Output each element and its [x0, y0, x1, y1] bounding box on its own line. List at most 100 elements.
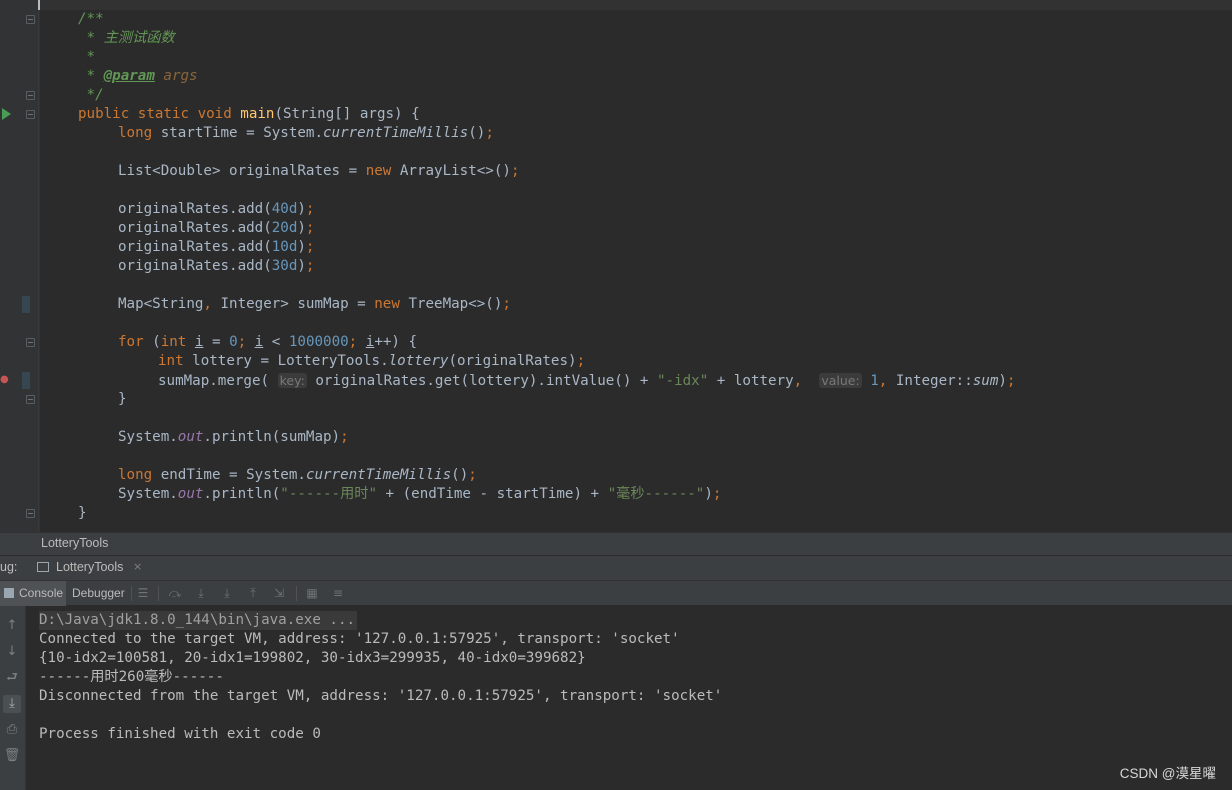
- code-line[interactable]: *: [78, 48, 96, 67]
- code-line[interactable]: System.out.println("------用时" + (endTime…: [118, 485, 721, 504]
- breadcrumb[interactable]: LotteryTools: [0, 532, 1232, 555]
- fold-marker-doc-start[interactable]: [26, 15, 35, 24]
- run-to-cursor-icon[interactable]: ⇲: [272, 586, 286, 600]
- code-token: 1000000: [288, 334, 349, 350]
- trace-icon[interactable]: ≡: [331, 586, 345, 600]
- code-token: List<Double> originalRates =: [118, 163, 366, 179]
- fold-marker-for[interactable]: [26, 338, 35, 347]
- code-token: @param: [103, 68, 155, 84]
- editor-gutter[interactable]: [0, 0, 40, 532]
- show-execution-point-icon[interactable]: ⤼: [168, 586, 182, 600]
- scroll-to-end-icon[interactable]: ⤓: [3, 695, 21, 713]
- arrow-down-icon[interactable]: ↓: [3, 643, 21, 661]
- code-token: new: [374, 296, 409, 312]
- code-token: System.: [118, 429, 178, 445]
- arrow-up-icon[interactable]: ↑: [3, 617, 21, 635]
- code-token: }: [78, 505, 87, 521]
- code-token: lottery = LotteryTools.: [192, 353, 389, 369]
- threads-list-icon[interactable]: ☰: [136, 586, 150, 600]
- code-token: *: [78, 49, 96, 65]
- fold-marker-for-end[interactable]: [26, 395, 35, 404]
- code-line[interactable]: */: [78, 86, 104, 105]
- debug-label: ug:: [0, 560, 18, 574]
- code-line[interactable]: for (int i = 0; i < 1000000; i++) {: [118, 333, 417, 352]
- code-token: (originalRates): [448, 353, 577, 369]
- code-token: public static void: [78, 106, 241, 122]
- code-line[interactable]: /**: [78, 10, 104, 29]
- code-token: .println(: [203, 486, 281, 502]
- breakpoint-icon[interactable]: ●: [0, 374, 11, 385]
- code-line[interactable]: originalRates.add(40d);: [118, 200, 314, 219]
- code-token: 10d: [271, 239, 298, 255]
- code-line[interactable]: int lottery = LotteryTools.lottery(origi…: [158, 352, 585, 371]
- watermark: CSDN @漠星曜: [1119, 766, 1216, 781]
- code-token: args: [163, 68, 198, 84]
- code-token: for: [118, 334, 153, 350]
- code-line[interactable]: long endTime = System.currentTimeMillis(…: [118, 466, 477, 485]
- code-line[interactable]: public static void main(String[] args) {: [78, 105, 420, 124]
- close-icon[interactable]: ×: [133, 560, 142, 573]
- tab-console[interactable]: Console: [0, 581, 66, 606]
- print-icon[interactable]: ⎙: [3, 721, 21, 739]
- code-token: (: [152, 334, 161, 350]
- breadcrumb-label[interactable]: LotteryTools: [41, 536, 108, 550]
- code-token: 1: [870, 373, 879, 389]
- toolbar-separator: [296, 586, 297, 601]
- code-token: out: [177, 429, 204, 445]
- run-icon[interactable]: [2, 108, 11, 120]
- console-output[interactable]: D:\Java\jdk1.8.0_144\bin\java.exe ... Con…: [26, 606, 1232, 790]
- tab-debugger[interactable]: Debugger: [68, 581, 128, 606]
- step-into-icon[interactable]: ⤓: [220, 586, 234, 600]
- toolbar-separator: [158, 586, 159, 601]
- code-token: ,: [793, 373, 811, 389]
- code-line[interactable]: Map<String, Integer> sumMap = new TreeMa…: [118, 295, 511, 314]
- code-line[interactable]: }: [118, 390, 127, 409]
- soft-wrap-icon[interactable]: ⮐: [3, 669, 21, 687]
- code-line[interactable]: List<Double> originalRates = new ArrayLi…: [118, 162, 519, 181]
- code-token: startTime = System.: [160, 125, 324, 141]
- code-token: ;: [305, 258, 315, 274]
- code-token: ;: [340, 429, 349, 445]
- toolbar-separator: [131, 586, 132, 601]
- code-token: currentTimeMillis: [323, 125, 469, 141]
- step-out-icon[interactable]: ⤒: [246, 586, 260, 600]
- code-line[interactable]: originalRates.add(20d);: [118, 219, 314, 238]
- console-icon: [4, 588, 14, 598]
- code-token: Integer::: [895, 373, 973, 389]
- fold-marker-method[interactable]: [26, 110, 35, 119]
- code-token: 20d: [271, 220, 298, 236]
- code-line[interactable]: System.out.println(sumMap);: [118, 428, 349, 447]
- code-token: originalRates.add(: [118, 201, 272, 217]
- code-token: endTime = System.: [160, 467, 306, 483]
- code-line[interactable]: originalRates.add(30d);: [118, 257, 314, 276]
- code-line[interactable]: originalRates.add(10d);: [118, 238, 314, 257]
- code-token: 0: [229, 334, 238, 350]
- evaluate-expression-icon[interactable]: ▦: [305, 586, 319, 600]
- step-over-icon[interactable]: ⤓: [194, 586, 208, 600]
- code-token: ,: [878, 373, 896, 389]
- code-line[interactable]: * @param args: [78, 67, 198, 86]
- code-line[interactable]: }: [78, 504, 87, 523]
- run-config-icon: [37, 562, 49, 572]
- code-token: ): [297, 239, 306, 255]
- code-token: }: [118, 391, 127, 407]
- fold-marker-doc-end[interactable]: [26, 91, 35, 100]
- code-line[interactable]: long startTime = System.currentTimeMilli…: [118, 124, 494, 143]
- code-line[interactable]: * 主测试函数: [78, 29, 175, 48]
- parameter-hint: value:: [819, 373, 862, 388]
- tab-lotterytools[interactable]: LotteryTools ×: [30, 556, 148, 580]
- trash-icon[interactable]: 🗑: [3, 747, 21, 765]
- code-line[interactable]: sumMap.merge( key: originalRates.get(lot…: [158, 371, 1015, 390]
- code-editor[interactable]: ● /** * 主测试函数 * * @param args */ public s…: [0, 0, 1232, 532]
- tab-console-label[interactable]: Console: [19, 581, 63, 606]
- code-token: <: [263, 334, 289, 350]
- fold-marker-method-end[interactable]: [26, 509, 35, 518]
- tab-label[interactable]: LotteryTools: [56, 560, 123, 574]
- tab-debugger-label[interactable]: Debugger: [72, 581, 125, 606]
- code-token: (): [468, 125, 486, 141]
- code-token: ,: [203, 296, 221, 312]
- code-token: long: [118, 467, 161, 483]
- debug-toolbar: Console Debugger ☰ ⤼ ⤓ ⤓ ⤒ ⇲ ▦ ≡: [0, 580, 1232, 606]
- code-token: originalRates.add(: [118, 220, 272, 236]
- code-token: out: [177, 486, 204, 502]
